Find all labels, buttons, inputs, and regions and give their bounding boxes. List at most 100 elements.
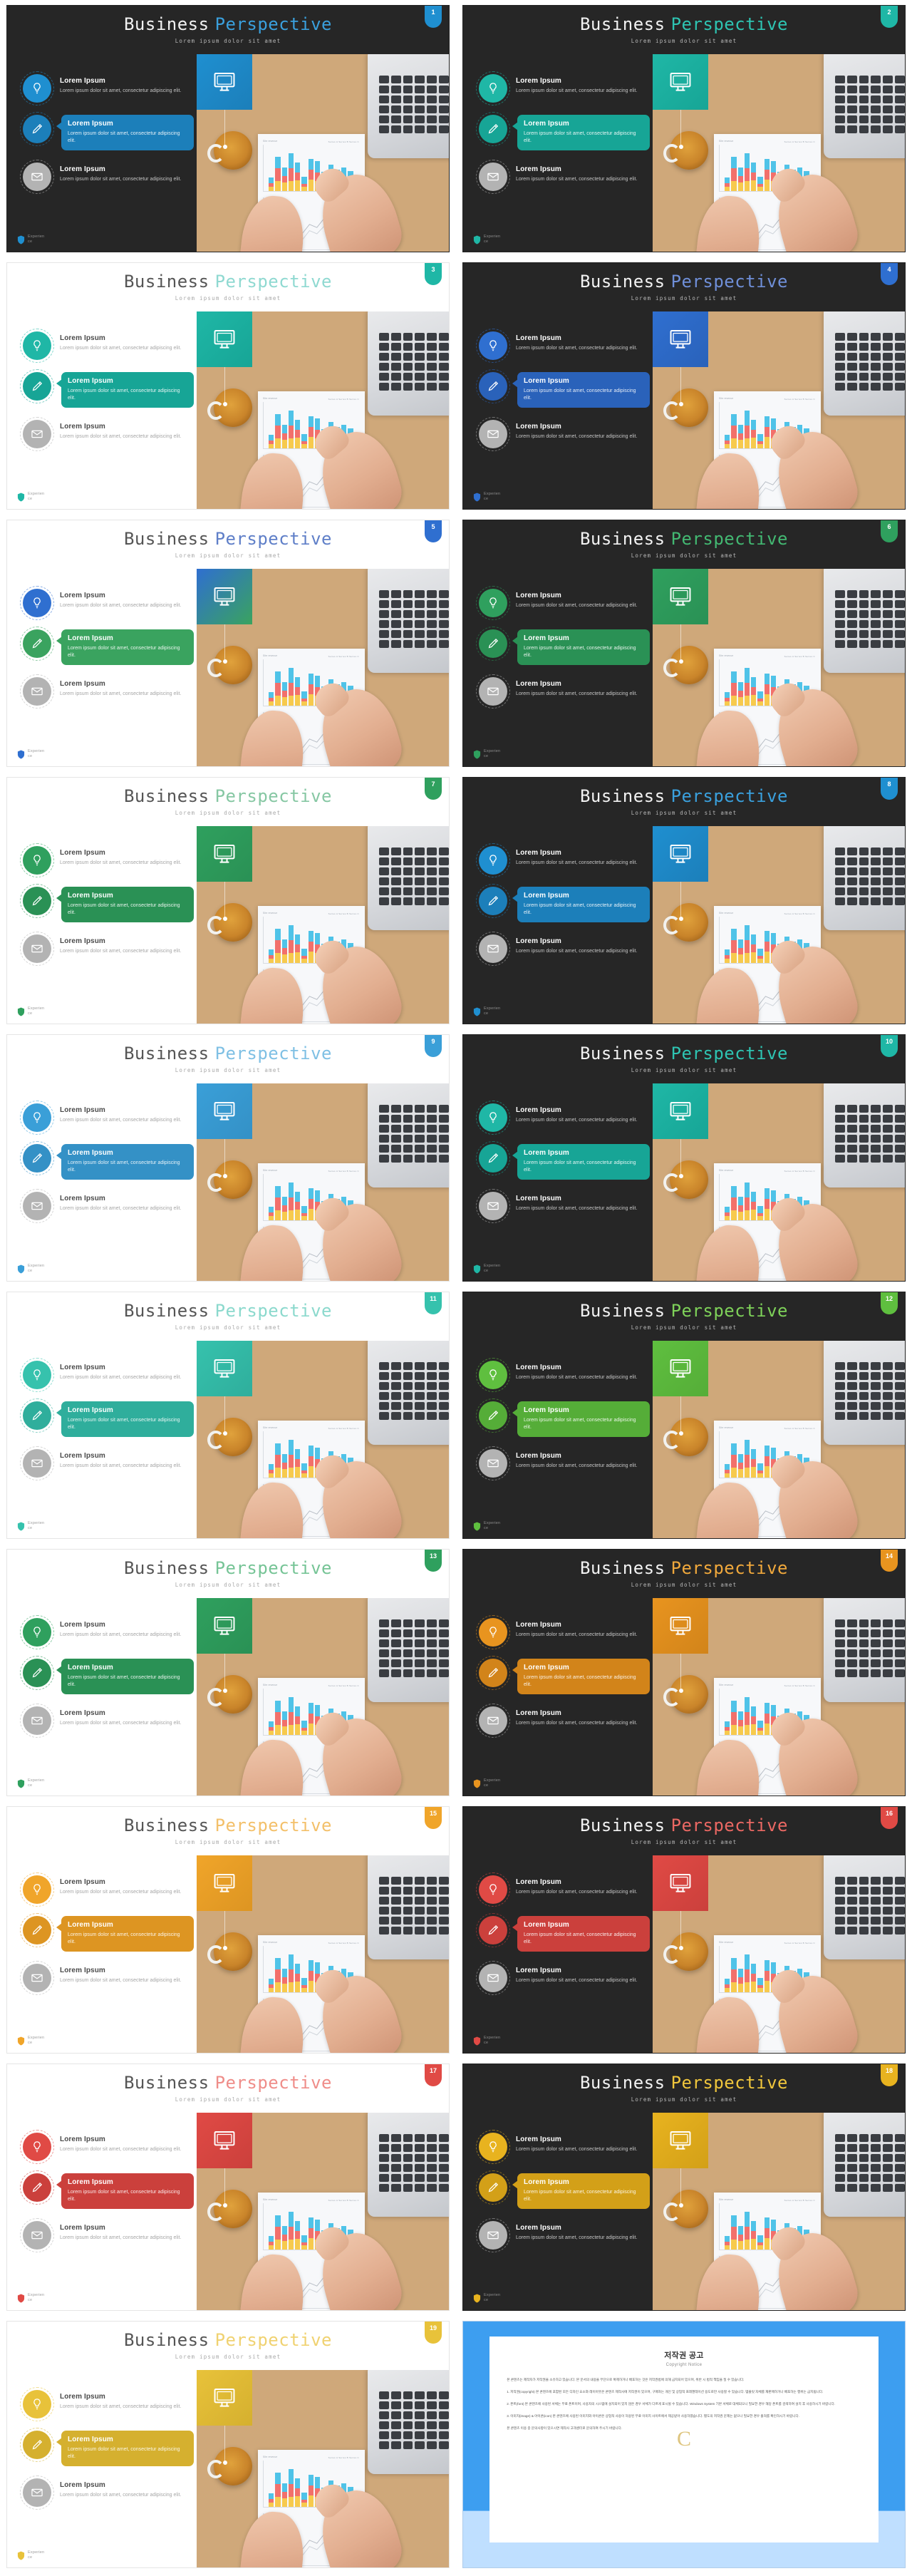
slide-thumbnail[interactable]: 11 Business Perspective Lorem ipsum dolor… — [0, 1287, 456, 1544]
list-item[interactable]: Lorem Ipsum Lorem ipsum dolor sit amet, … — [476, 1872, 650, 1907]
slide-thumbnail[interactable]: 9 Business Perspective Lorem ipsum dolor … — [0, 1029, 456, 1287]
list-item-active[interactable]: Lorem Ipsum Lorem ipsum dolor sit amet, … — [20, 1656, 194, 1695]
list-item-active[interactable]: Lorem Ipsum Lorem ipsum dolor sit amet, … — [20, 627, 194, 666]
slide-thumbnail[interactable]: 4 Business Perspective Lorem ipsum dolor … — [456, 257, 912, 515]
list-item[interactable]: Lorem Ipsum Lorem ipsum dolor sit amet, … — [20, 932, 194, 967]
slide-thumbnail[interactable]: 18 Business Perspective Lorem ipsum dolor… — [456, 2059, 912, 2316]
list-item-active[interactable]: Lorem Ipsum Lorem ipsum dolor sit amet, … — [20, 1913, 194, 1952]
slide-thumbnail[interactable]: 19 Business Perspective Lorem ipsum dolor… — [0, 2316, 456, 2573]
list-item[interactable]: Lorem Ipsum Lorem ipsum dolor sit amet, … — [20, 1101, 194, 1135]
list-item[interactable]: Lorem Ipsum Lorem ipsum dolor sit amet, … — [476, 417, 650, 452]
list-item-active[interactable]: Lorem Ipsum Lorem ipsum dolor sit amet, … — [20, 884, 194, 923]
slide-thumbnail[interactable]: 3 Business Perspective Lorem ipsum dolor … — [0, 257, 456, 515]
list-item[interactable]: Lorem Ipsum Lorem ipsum dolor sit amet, … — [476, 1961, 650, 1996]
list-item[interactable]: Lorem Ipsum Lorem ipsum dolor sit amet, … — [476, 160, 650, 195]
coffee-cup-image — [207, 388, 252, 427]
list-item-active[interactable]: Lorem Ipsum Lorem ipsum dolor sit amet, … — [20, 2170, 194, 2210]
slide-thumbnail[interactable]: 5 Business Perspective Lorem ipsum dolor … — [0, 515, 456, 772]
list-item[interactable]: Lorem Ipsum Lorem ipsum dolor sit amet, … — [476, 843, 650, 877]
list-item[interactable]: Lorem Ipsum Lorem ipsum dolor sit amet, … — [20, 1615, 194, 1649]
icon-ring — [20, 2170, 54, 2205]
slide-thumbnail[interactable]: 16 Business Perspective Lorem ipsum dolor… — [456, 1801, 912, 2059]
list-item[interactable]: Lorem Ipsum Lorem ipsum dolor sit amet, … — [20, 160, 194, 195]
slide-thumbnail[interactable]: 15 Business Perspective Lorem ipsum dolor… — [0, 1801, 456, 2059]
list-item[interactable]: Lorem Ipsum Lorem ipsum dolor sit amet, … — [20, 674, 194, 709]
list-item-text: Lorem Ipsum Lorem ipsum dolor sit amet, … — [56, 1916, 194, 1952]
list-item[interactable]: Lorem Ipsum Lorem ipsum dolor sit amet, … — [476, 71, 650, 105]
list-item[interactable]: Lorem Ipsum Lorem ipsum dolor sit amet, … — [20, 1704, 194, 1738]
list-item[interactable]: Lorem Ipsum Lorem ipsum dolor sit amet, … — [20, 843, 194, 877]
list-item-active[interactable]: Lorem Ipsum Lorem ipsum dolor sit amet, … — [20, 1141, 194, 1180]
list-item[interactable]: Lorem Ipsum Lorem ipsum dolor sit amet, … — [476, 586, 650, 620]
icon-ring — [476, 1913, 510, 1947]
list-item-text: Lorem Ipsum Lorem ipsum dolor sit amet, … — [516, 1706, 650, 1727]
list-item[interactable]: Lorem Ipsum Lorem ipsum dolor sit amet, … — [476, 1101, 650, 1135]
slide-thumbnail[interactable]: 13 Business Perspective Lorem ipsum dolor… — [0, 1544, 456, 1801]
list-item[interactable]: Lorem Ipsum Lorem ipsum dolor sit amet, … — [20, 71, 194, 105]
list-item[interactable]: Lorem Ipsum Lorem ipsum dolor sit amet, … — [476, 932, 650, 967]
page-title: Business Perspective — [7, 1302, 449, 1320]
list-item[interactable]: Lorem Ipsum Lorem ipsum dolor sit amet, … — [20, 586, 194, 620]
list-item-heading: Lorem Ipsum — [60, 2135, 105, 2143]
slide-thumbnail[interactable]: 10 Business Perspective Lorem ipsum dolor… — [456, 1029, 912, 1287]
monitor-icon-tile — [653, 1341, 708, 1396]
pencil-icon — [32, 1153, 43, 1163]
list-item[interactable]: Lorem Ipsum Lorem ipsum dolor sit amet, … — [20, 417, 194, 452]
slide-thumbnail[interactable]: 17 Business Perspective Lorem ipsum dolor… — [0, 2059, 456, 2316]
slide-thumbnail[interactable]: 8 Business Perspective Lorem ipsum dolor … — [456, 772, 912, 1029]
list-item[interactable]: Lorem Ipsum Lorem ipsum dolor sit amet, … — [476, 1189, 650, 1224]
slide-number-badge: 6 — [881, 520, 898, 542]
slide-thumbnail[interactable]: 12 Business Perspective Lorem ipsum dolor… — [456, 1287, 912, 1544]
bar-column — [308, 1446, 314, 1478]
list-item[interactable]: Lorem Ipsum Lorem ipsum dolor sit amet, … — [20, 2130, 194, 2164]
slide-thumbnail[interactable]: 14 Business Perspective Lorem ipsum dolor… — [456, 1544, 912, 1801]
list-item[interactable]: Lorem Ipsum Lorem ipsum dolor sit amet, … — [476, 1358, 650, 1392]
list-item-active[interactable]: Lorem Ipsum Lorem ipsum dolor sit amet, … — [476, 112, 650, 151]
list-item[interactable]: Lorem Ipsum Lorem ipsum dolor sit amet, … — [476, 329, 650, 363]
list-item[interactable]: Lorem Ipsum Lorem ipsum dolor sit amet, … — [476, 1704, 650, 1738]
list-item[interactable]: Lorem Ipsum Lorem ipsum dolor sit amet, … — [20, 1961, 194, 1996]
list-item[interactable]: Lorem Ipsum Lorem ipsum dolor sit amet, … — [20, 1446, 194, 1481]
list-item-active[interactable]: Lorem Ipsum Lorem ipsum dolor sit amet, … — [476, 369, 650, 408]
copyright-slide-thumbnail[interactable]: 저작권 공고 Copyright Notice 본 콘텐츠는 제작자가 저작권을 소… — [456, 2316, 912, 2573]
list-item-active[interactable]: Lorem Ipsum Lorem ipsum dolor sit amet, … — [20, 1398, 194, 1438]
list-item-active[interactable]: Lorem Ipsum Lorem ipsum dolor sit amet, … — [20, 112, 194, 151]
list-item[interactable]: Lorem Ipsum Lorem ipsum dolor sit amet, … — [20, 2475, 194, 2510]
bar-column — [275, 1700, 281, 1735]
list-item[interactable]: Lorem Ipsum Lorem ipsum dolor sit amet, … — [20, 329, 194, 363]
list-item[interactable]: Lorem Ipsum Lorem ipsum dolor sit amet, … — [476, 2218, 650, 2253]
list-item-active[interactable]: Lorem Ipsum Lorem ipsum dolor sit amet, … — [476, 1656, 650, 1695]
slide-thumbnail[interactable]: 6 Business Perspective Lorem ipsum dolor … — [456, 515, 912, 772]
slide-thumbnail[interactable]: 2 Business Perspective Lorem ipsum dolor … — [456, 0, 912, 257]
slide-canvas: 7 Business Perspective Lorem ipsum dolor … — [6, 777, 450, 1024]
list-item-active[interactable]: Lorem Ipsum Lorem ipsum dolor sit amet, … — [476, 1141, 650, 1180]
footer-logo: Experien ce — [473, 1264, 515, 1274]
list-item-active[interactable]: Lorem Ipsum Lorem ipsum dolor sit amet, … — [476, 627, 650, 666]
list-item-active[interactable]: Lorem Ipsum Lorem ipsum dolor sit amet, … — [476, 884, 650, 923]
list-item-active[interactable]: Lorem Ipsum Lorem ipsum dolor sit amet, … — [20, 369, 194, 408]
list-item[interactable]: Lorem Ipsum Lorem ipsum dolor sit amet, … — [476, 2130, 650, 2164]
bar-column — [288, 1439, 294, 1478]
list-item-active[interactable]: Lorem Ipsum Lorem ipsum dolor sit amet, … — [476, 1913, 650, 1952]
bar-column — [744, 1439, 750, 1478]
feature-list: Lorem Ipsum Lorem ipsum dolor sit amet, … — [20, 329, 194, 460]
monitor-icon-tile — [197, 1341, 252, 1396]
list-item[interactable]: Lorem Ipsum Lorem ipsum dolor sit amet, … — [476, 1446, 650, 1481]
keyboard-keys — [835, 2134, 905, 2208]
list-item-active[interactable]: Lorem Ipsum Lorem ipsum dolor sit amet, … — [476, 1398, 650, 1438]
list-item[interactable]: Lorem Ipsum Lorem ipsum dolor sit amet, … — [20, 2387, 194, 2421]
tile-connector-line — [678, 2168, 683, 2207]
keyboard-keys — [835, 1877, 905, 1951]
monitor-icon-tile — [653, 1855, 708, 1911]
list-item[interactable]: Lorem Ipsum Lorem ipsum dolor sit amet, … — [476, 1615, 650, 1649]
list-item-active[interactable]: Lorem Ipsum Lorem ipsum dolor sit amet, … — [476, 2170, 650, 2210]
slide-thumbnail[interactable]: 7 Business Perspective Lorem ipsum dolor … — [0, 772, 456, 1029]
slide-thumbnail[interactable]: 1 Business Perspective Lorem ipsum dolor … — [0, 0, 456, 257]
list-item-active[interactable]: Lorem Ipsum Lorem ipsum dolor sit amet, … — [20, 2428, 194, 2467]
list-item[interactable]: Lorem Ipsum Lorem ipsum dolor sit amet, … — [20, 1872, 194, 1907]
list-item[interactable]: Lorem Ipsum Lorem ipsum dolor sit amet, … — [20, 1358, 194, 1392]
list-item[interactable]: Lorem Ipsum Lorem ipsum dolor sit amet, … — [20, 2218, 194, 2253]
list-item[interactable]: Lorem Ipsum Lorem ipsum dolor sit amet, … — [20, 1189, 194, 1224]
bar-column — [295, 163, 301, 191]
list-item[interactable]: Lorem Ipsum Lorem ipsum dolor sit amet, … — [476, 674, 650, 709]
